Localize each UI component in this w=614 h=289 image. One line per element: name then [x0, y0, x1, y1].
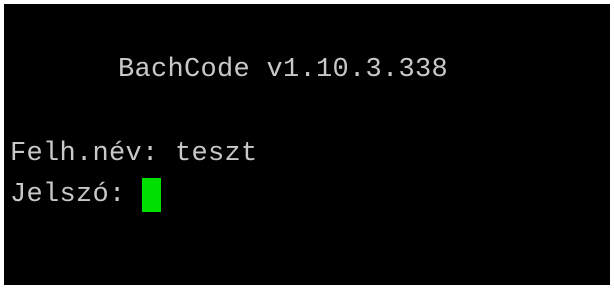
app-title: BachCode v1.10.3.338	[118, 55, 449, 85]
text-cursor-icon	[142, 178, 162, 212]
terminal-window[interactable]: BachCode v1.10.3.338 Felh.név: teszt Jel…	[4, 4, 610, 285]
username-row: Felh.név: teszt	[10, 137, 258, 171]
password-label: Jelszó:	[10, 180, 126, 210]
password-row[interactable]: Jelszó:	[10, 178, 162, 212]
username-value: teszt	[175, 139, 258, 169]
username-label: Felh.név:	[10, 139, 159, 169]
